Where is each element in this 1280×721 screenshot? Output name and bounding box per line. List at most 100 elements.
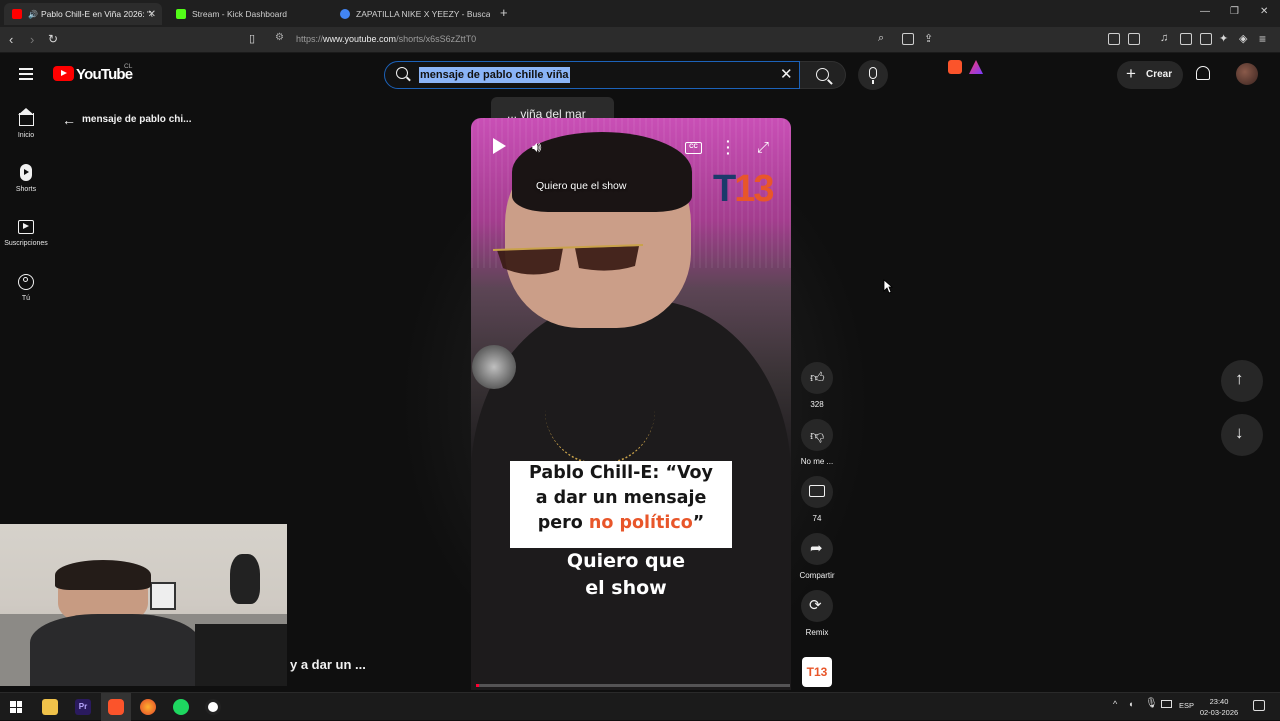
tab-kick[interactable]: Stream - Kick Dashboard xyxy=(170,3,330,25)
zoom-icon[interactable]: ⌕ xyxy=(878,32,884,45)
previous-short-button[interactable]: ↑ xyxy=(1221,360,1263,402)
brave-browser-icon[interactable] xyxy=(108,699,124,715)
headline-close-quote: ” xyxy=(692,513,705,533)
extensions-icon[interactable] xyxy=(1108,33,1120,45)
spotify-icon[interactable] xyxy=(173,699,189,715)
tab-google[interactable]: ZAPATILLA NIKE X YEEZY - Buscar co xyxy=(334,3,490,25)
fullscreen-icon[interactable]: ⤢ xyxy=(757,139,769,156)
plush-toy xyxy=(230,554,260,604)
you-icon xyxy=(18,274,34,290)
sidebar-item-shorts[interactable]: Shorts xyxy=(0,163,52,199)
play-icon[interactable] xyxy=(493,138,506,154)
voice-search-button[interactable] xyxy=(858,60,888,90)
back-icon[interactable]: ‹ xyxy=(9,32,13,47)
avatar[interactable] xyxy=(1236,63,1258,85)
remix-button[interactable]: ⟳ xyxy=(801,590,833,622)
arrow-up-icon: ↑ xyxy=(1235,369,1244,388)
windows-taskbar: Pr ^ ◖ 🎙︎ ESP 23:40 02-03-2026 xyxy=(0,692,1280,721)
sidebar-toggle-icon[interactable] xyxy=(1180,33,1192,45)
new-tab-icon[interactable]: + xyxy=(500,5,508,20)
cast-icon[interactable] xyxy=(902,33,914,45)
taskbar-clock[interactable]: 23:40 02-03-2026 xyxy=(1196,696,1242,718)
tray-volume-icon[interactable]: ◖ xyxy=(1128,699,1133,709)
music-icon[interactable]: ♫ xyxy=(1160,32,1168,44)
remix-label: Remix xyxy=(805,628,829,637)
leo-ai-icon[interactable]: ✦ xyxy=(1219,32,1228,45)
firefox-icon[interactable] xyxy=(140,699,156,715)
wall-picture xyxy=(150,582,176,610)
restore-icon[interactable]: ❐ xyxy=(1230,6,1239,17)
menu-icon[interactable]: ≡ xyxy=(1259,32,1266,46)
tray-network-icon[interactable] xyxy=(1161,700,1172,708)
video-progress-bar[interactable] xyxy=(476,684,790,687)
remix-icon: ⟳ xyxy=(809,597,822,614)
clock-time: 23:40 xyxy=(1209,697,1229,706)
t13-watermark-t: T xyxy=(713,168,736,210)
tab-youtube[interactable]: 🔊 Pablo Chill-E en Viña 2026: "\ ✕ xyxy=(4,3,162,25)
sidebar-item-label: Suscripciones xyxy=(4,240,48,247)
tray-mic-icon[interactable]: 🎙︎ xyxy=(1145,698,1158,709)
like-button[interactable]: 👍︎ xyxy=(801,362,833,394)
closed-caption-text: Quiero que el show xyxy=(536,180,627,192)
notifications-bell-icon[interactable] xyxy=(1196,66,1210,80)
reader-icon[interactable] xyxy=(1128,33,1140,45)
dislike-button[interactable]: 👎︎ xyxy=(801,419,833,451)
search-query-text[interactable]: mensaje de pablo chille viña xyxy=(419,67,570,83)
sidebar-item-tu[interactable]: Tú xyxy=(0,273,52,309)
closed-captions-icon[interactable]: CC xyxy=(685,142,702,154)
youtube-logo-icon[interactable] xyxy=(53,66,74,81)
t13-watermark: T13 xyxy=(713,168,775,211)
close-window-icon[interactable]: ✕ xyxy=(1260,6,1268,17)
sidebar-item-label: Shorts xyxy=(15,186,37,193)
wallet-icon[interactable] xyxy=(1200,33,1212,45)
tab-title: Stream - Kick Dashboard xyxy=(192,9,287,19)
url-field[interactable]: https://www.youtube.com/shorts/x6sS6zZtt… xyxy=(296,34,476,44)
premiere-icon[interactable]: Pr xyxy=(75,699,91,715)
obs-icon[interactable] xyxy=(205,699,221,715)
forward-icon[interactable]: › xyxy=(30,32,34,47)
headline-card: Pablo Chill-E: “Voy a dar un mensaje per… xyxy=(510,461,732,548)
language-indicator[interactable]: ESP xyxy=(1179,701,1194,710)
vpn-icon[interactable]: ◈ xyxy=(1239,32,1247,45)
mouse-cursor-icon xyxy=(883,279,893,294)
site-settings-icon[interactable]: ⚙ xyxy=(275,32,284,43)
microphone-prop xyxy=(472,345,516,389)
search-button[interactable] xyxy=(800,61,846,89)
reload-icon[interactable]: ↻ xyxy=(48,32,58,46)
channel-avatar[interactable]: T13 xyxy=(802,657,832,687)
speaker-icon: 🔊 xyxy=(28,9,38,19)
sidebar-item-inicio[interactable]: Inicio xyxy=(0,108,52,146)
windows-start-icon[interactable] xyxy=(10,701,22,713)
webcam-overlay xyxy=(0,524,287,686)
kick-favicon-icon xyxy=(176,9,186,19)
share-button[interactable]: ➦ xyxy=(801,533,833,565)
headline-highlight: no político xyxy=(588,513,693,533)
clear-search-icon[interactable]: ✕ xyxy=(780,65,793,83)
hamburger-menu-icon[interactable] xyxy=(19,68,33,80)
notification-center-icon[interactable] xyxy=(1253,700,1265,711)
headline-line-3: pero no político” xyxy=(510,511,732,536)
close-tab-icon[interactable]: ✕ xyxy=(148,9,156,20)
sunglasses xyxy=(493,244,643,275)
create-button[interactable]: + Crear xyxy=(1117,61,1183,89)
back-query-label[interactable]: mensaje de pablo chi... xyxy=(82,114,191,125)
more-options-icon[interactable]: · · · xyxy=(726,134,731,160)
tray-chevron-icon[interactable]: ^ xyxy=(1113,699,1117,709)
minimize-icon[interactable]: — xyxy=(1200,6,1210,17)
dislike-label: No me ... xyxy=(800,457,834,466)
sidebar-item-suscripciones[interactable]: Suscripciones xyxy=(0,218,52,254)
volume-icon[interactable]: 🔊︎ xyxy=(532,139,541,156)
back-arrow-icon[interactable]: ← xyxy=(62,112,76,128)
youtube-favicon-icon xyxy=(12,9,22,19)
file-explorer-icon[interactable] xyxy=(42,699,58,715)
comments-button[interactable] xyxy=(801,476,833,508)
bookmark-icon[interactable]: ▯ xyxy=(249,32,255,45)
address-bar: ‹ › ↻ ▯ ⚙ https://www.youtube.com/shorts… xyxy=(0,27,1280,74)
t13-watermark-13: 13 xyxy=(734,168,774,210)
sidebar-item-label: Tú xyxy=(21,295,31,302)
share-page-icon[interactable]: ⇪ xyxy=(924,32,933,45)
google-favicon-icon xyxy=(340,9,350,19)
next-short-button[interactable]: ↓ xyxy=(1221,414,1263,456)
comment-count: 74 xyxy=(812,514,822,523)
desk-equipment xyxy=(195,624,287,686)
